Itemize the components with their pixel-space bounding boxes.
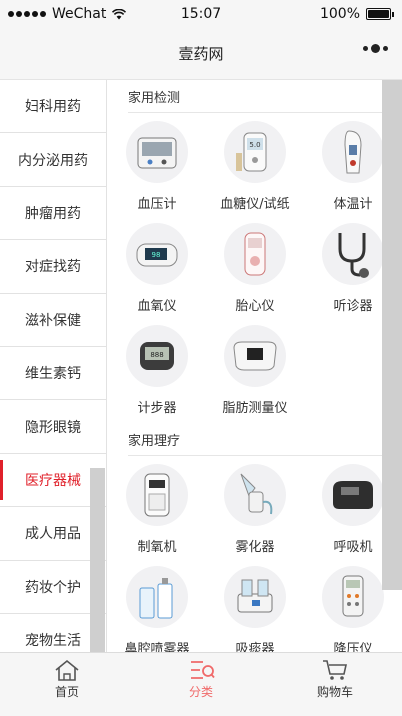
svg-text:5.0: 5.0	[249, 141, 260, 149]
product-category-label: 体温计	[333, 197, 373, 212]
product-category-label: 血氧仪	[137, 299, 177, 314]
product-category-item[interactable]: 胎心仪	[206, 219, 304, 321]
product-category-label: 降压仪	[333, 642, 373, 652]
product-category-label: 血压计	[137, 197, 177, 212]
sidebar-item-label: 肿瘤用药	[25, 205, 81, 222]
product-category-label: 血糖仪/试纸	[220, 197, 290, 212]
product-category-item[interactable]: 血压计	[108, 117, 206, 219]
stethoscope-icon	[322, 223, 384, 285]
cart-icon	[323, 660, 347, 680]
ventilator-icon	[322, 464, 384, 526]
sidebar-item[interactable]: 妇科用药	[0, 80, 106, 134]
product-category-label: 听诊器	[333, 299, 373, 314]
section-title: 家用检测	[128, 90, 181, 106]
product-grid: 制氧机 雾化器 呼吸机鼻腔喷雾器 吸痰器 降压仪	[108, 456, 402, 652]
product-category-item[interactable]: 鼻腔喷雾器	[108, 562, 206, 652]
product-category-label: 雾化器	[235, 540, 275, 555]
fetal-doppler-icon	[224, 223, 286, 285]
sidebar-item-label: 内分泌用药	[18, 152, 88, 169]
oxygen-concentrator-icon	[126, 464, 188, 526]
sidebar-item[interactable]: 滋补保健	[0, 293, 106, 347]
sidebar-item-label: 成人用品	[25, 526, 81, 543]
tab-cart[interactable]: 购物车	[268, 653, 402, 716]
product-grid: 血压计 5.0 血糖仪/试纸 体温计 98 血氧仪 胎心仪 听诊器 888 计步器 脂肪测量仪	[108, 113, 402, 423]
product-category-item[interactable]: 雾化器	[206, 460, 304, 562]
product-category-item[interactable]: 制氧机	[108, 460, 206, 562]
category-icon	[191, 661, 215, 679]
page-title: 壹药网	[178, 45, 224, 63]
sidebar-item[interactable]: 隐形眼镜	[0, 400, 106, 454]
sidebar-item[interactable]: 肿瘤用药	[0, 186, 106, 241]
content-scrollbar[interactable]	[382, 80, 402, 590]
body-fat-analyzer-icon	[224, 325, 286, 387]
signal-strength-icon	[8, 11, 46, 17]
sidebar-item-label: 妇科用药	[25, 99, 81, 116]
sidebar-item-label: 医疗器械	[25, 472, 81, 489]
product-category-item[interactable]: 脂肪测量仪	[206, 321, 304, 423]
battery-icon	[366, 8, 394, 20]
sidebar-item[interactable]: 维生素钙	[0, 346, 106, 401]
product-category-label: 吸痰器	[235, 642, 275, 652]
tab-home-label: 首页	[54, 685, 79, 699]
more-menu-button[interactable]	[363, 44, 388, 53]
product-category-item[interactable]: 5.0 血糖仪/试纸	[206, 117, 304, 219]
battery-group: 100%	[320, 6, 394, 22]
tab-category-label: 分类	[188, 685, 213, 699]
signal-group: WeChat	[8, 6, 127, 22]
product-category-item[interactable]: 888 计步器	[108, 321, 206, 423]
blood-pressure-monitor-icon	[126, 121, 188, 183]
svg-text:888: 888	[150, 351, 163, 359]
product-category-label: 制氧机	[137, 540, 177, 555]
status-bar: WeChat 15:07 100%	[0, 0, 402, 28]
sidebar-item[interactable]: 内分泌用药	[0, 133, 106, 187]
glucose-meter-icon: 5.0	[224, 121, 286, 183]
sidebar-item-label: 维生素钙	[25, 366, 81, 383]
product-category-label: 鼻腔喷雾器	[124, 642, 190, 652]
category-sidebar[interactable]: 妇科用药内分泌用药肿瘤用药对症找药滋补保健维生素钙隐形眼镜医疗器械成人用品药妆个…	[0, 80, 107, 652]
tab-home[interactable]: 首页	[0, 653, 134, 716]
home-icon	[55, 659, 79, 681]
pulse-oximeter-icon: 98	[126, 223, 188, 285]
product-category-label: 呼吸机	[333, 540, 373, 555]
subcategory-panel[interactable]: 家用检测血压计 5.0 血糖仪/试纸 体温计 98 血氧仪 胎心仪 听诊器 888 计步器 脂肪测量…	[108, 80, 402, 652]
battery-percent: 100%	[319, 6, 360, 22]
section-title: 家用理疗	[128, 433, 181, 449]
tab-cart-label: 购物车	[316, 685, 353, 699]
sidebar-scrollbar[interactable]	[90, 468, 105, 652]
product-category-label: 脂肪测量仪	[222, 401, 288, 416]
sidebar-item-label: 对症找药	[25, 259, 81, 276]
tab-category[interactable]: 分类	[134, 653, 268, 716]
subcategory-section: 家用检测血压计 5.0 血糖仪/试纸 体温计 98 血氧仪 胎心仪 听诊器 888 计步器 脂肪测量…	[108, 80, 402, 423]
suction-machine-icon	[224, 566, 286, 628]
ear-thermometer-icon	[322, 121, 384, 183]
product-category-label: 胎心仪	[235, 299, 275, 314]
wifi-icon	[112, 8, 127, 19]
sidebar-item-label: 宠物生活	[25, 633, 81, 650]
nebulizer-icon	[224, 464, 286, 526]
nasal-spray-icon	[126, 566, 188, 628]
carrier-label: WeChat	[52, 6, 107, 22]
navigation-bar: 壹药网	[0, 28, 402, 80]
blood-pressure-reducer-icon	[322, 566, 384, 628]
product-category-item[interactable]: 吸痰器	[206, 562, 304, 652]
sidebar-item-label: 隐形眼镜	[25, 419, 81, 436]
more-dots-icon	[363, 46, 368, 51]
tab-bar: 首页 分类 购物车	[0, 652, 402, 716]
subcategory-section: 家用理疗制氧机 雾化器 呼吸机鼻腔喷雾器 吸痰器 降压仪	[108, 423, 402, 652]
sidebar-item[interactable]: 对症找药	[0, 240, 106, 294]
product-category-item[interactable]: 98 血氧仪	[108, 219, 206, 321]
sidebar-item-label: 滋补保健	[25, 312, 81, 329]
svg-text:98: 98	[152, 251, 161, 259]
product-category-label: 计步器	[137, 401, 177, 416]
pedometer-icon: 888	[126, 325, 188, 387]
sidebar-item-label: 药妆个护	[25, 579, 81, 596]
